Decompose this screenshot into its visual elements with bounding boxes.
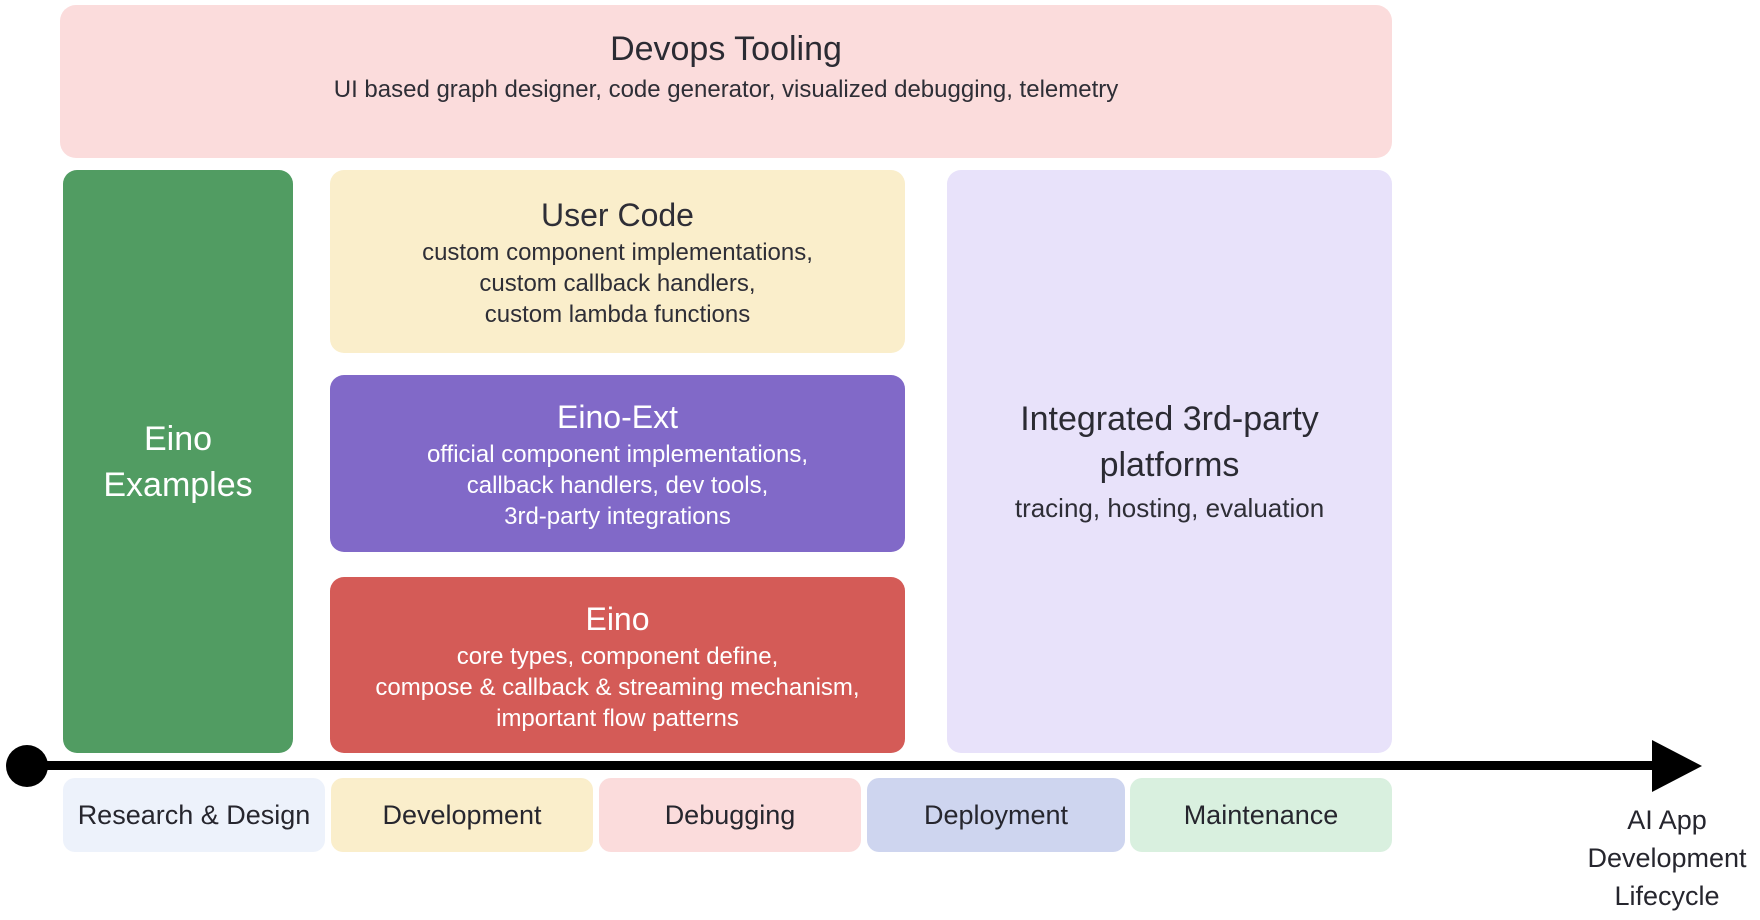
eino-architecture-diagram: Devops Tooling UI based graph designer, …: [0, 0, 1760, 920]
eino-ext-line: callback handlers, dev tools,: [467, 470, 769, 501]
timeline-start-dot-icon: [6, 745, 48, 787]
eino-ext-box: Eino-Ext official component implementati…: [330, 375, 905, 552]
user-code-title: User Code: [541, 193, 694, 237]
phase-debugging: Debugging: [599, 778, 861, 852]
eino-core-line: important flow patterns: [496, 703, 739, 734]
user-code-box: User Code custom component implementatio…: [330, 170, 905, 353]
user-code-line: custom lambda functions: [485, 299, 750, 330]
eino-core-title: Eino: [585, 597, 649, 641]
timeline-axis-line: [27, 761, 1655, 770]
devops-tooling-subtitle: UI based graph designer, code generator,…: [334, 71, 1119, 109]
eino-core-line: compose & callback & streaming mechanism…: [375, 672, 859, 703]
eino-examples-box: Eino Examples: [63, 170, 293, 753]
phase-deployment: Deployment: [867, 778, 1125, 852]
third-party-platforms-title: Integrated 3rd-party platforms: [990, 396, 1350, 488]
eino-core-box: Eino core types, component define, compo…: [330, 577, 905, 753]
user-code-line: custom component implementations,: [422, 237, 813, 268]
eino-core-line: core types, component define,: [457, 641, 779, 672]
phase-research-design: Research & Design: [63, 778, 325, 852]
eino-ext-title: Eino-Ext: [557, 395, 678, 439]
devops-tooling-box: Devops Tooling UI based graph designer, …: [60, 5, 1392, 158]
eino-ext-line: official component implementations,: [427, 439, 808, 470]
lifecycle-axis-label: AI App Development Lifecycle: [1582, 801, 1752, 915]
devops-tooling-title: Devops Tooling: [610, 27, 842, 71]
phase-maintenance: Maintenance: [1130, 778, 1392, 852]
eino-ext-line: 3rd-party integrations: [504, 501, 731, 532]
third-party-platforms-subtitle: tracing, hosting, evaluation: [1015, 488, 1324, 528]
third-party-platforms-box: Integrated 3rd-party platforms tracing, …: [947, 170, 1392, 753]
eino-examples-title: Eino Examples: [93, 416, 263, 508]
user-code-line: custom callback handlers,: [479, 268, 755, 299]
phase-development: Development: [331, 778, 593, 852]
timeline-arrowhead-icon: [1652, 740, 1702, 792]
